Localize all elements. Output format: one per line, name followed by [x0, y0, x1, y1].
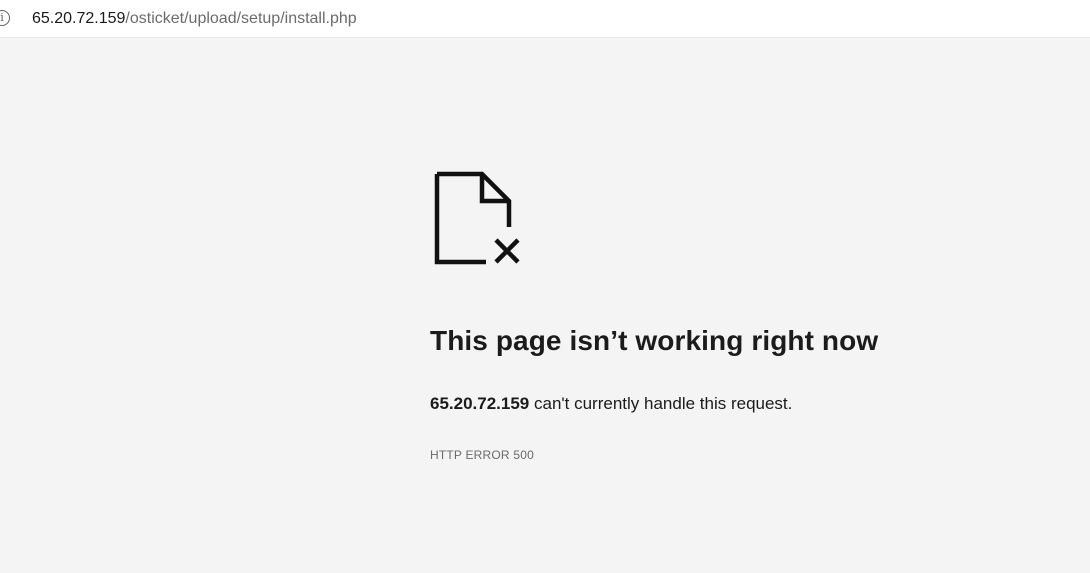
- error-page: This page isn’t working right now 65.20.…: [0, 39, 1090, 573]
- error-message: 65.20.72.159 can't currently handle this…: [430, 394, 792, 414]
- error-code: HTTP ERROR 500: [430, 448, 534, 462]
- url-host: 65.20.72.159: [32, 10, 126, 27]
- url-field[interactable]: 65.20.72.159/osticket/upload/setup/insta…: [32, 9, 357, 29]
- info-icon[interactable]: i: [0, 10, 10, 26]
- error-message-text: can't currently handle this request.: [529, 394, 793, 413]
- error-title: This page isn’t working right now: [430, 325, 879, 356]
- url-path: /osticket/upload/setup/install.php: [125, 10, 357, 27]
- error-message-host: 65.20.72.159: [430, 394, 530, 413]
- broken-document-icon: [434, 171, 520, 265]
- address-bar: i 65.20.72.159/osticket/upload/setup/ins…: [0, 0, 1090, 38]
